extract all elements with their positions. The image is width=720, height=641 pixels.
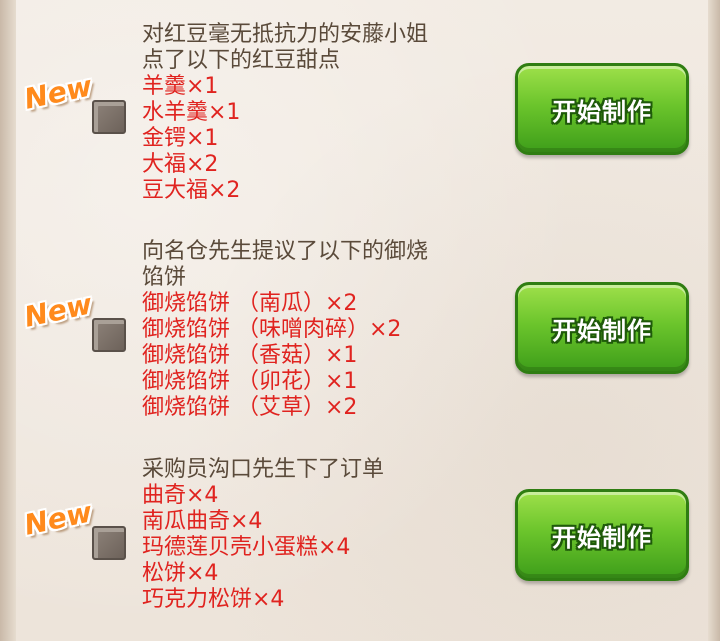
order-item: 御烧馅饼 （卯花）×1 [142,369,358,394]
order-document-icon [92,318,126,352]
order-item: 松饼×4 [142,561,219,586]
new-badge-label: New [21,495,95,542]
order-item: 曲奇×4 [142,483,219,508]
order-title-line: 馅饼 [142,265,187,290]
order-item: 金锷×1 [142,126,219,151]
order-item: 水羊羹×1 [142,100,241,125]
order-title-line: 对红豆毫无抵抗力的安藤小姐 [142,22,429,47]
start-making-label: 开始制作 [552,316,652,345]
order-item: 南瓜曲奇×4 [142,509,263,534]
new-badge-label: New [21,287,95,334]
order-title-line: 采购员沟口先生下了订单 [142,457,385,482]
start-making-label: 开始制作 [552,97,652,126]
panel-left-edge [0,0,16,641]
order-details: 向名仓先生提议了以下的御烧 馅饼 御烧馅饼 （南瓜）×2 御烧馅饼 （味噌肉碎）… [142,239,502,421]
new-badge: New [21,69,126,136]
order-item: 大福×2 [142,152,219,177]
start-making-button[interactable]: 开始制作 [515,63,689,155]
order-item: 羊羹×1 [142,74,219,99]
order-item: 御烧馅饼 （艾草）×2 [142,395,358,420]
order-document-icon [92,100,126,134]
order-item: 巧克力松饼×4 [142,587,285,612]
order-item: 豆大福×2 [142,178,241,203]
order-document-icon [92,526,126,560]
order-title-line: 点了以下的红豆甜点 [142,48,341,73]
order-list-panel: New 对红豆毫无抵抗力的安藤小姐 点了以下的红豆甜点 羊羹×1 水羊羹×1 金… [0,0,720,641]
start-making-label: 开始制作 [552,523,652,552]
order-details: 对红豆毫无抵抗力的安藤小姐 点了以下的红豆甜点 羊羹×1 水羊羹×1 金锷×1 … [142,22,502,204]
order-title-line: 向名仓先生提议了以下的御烧 [142,239,429,264]
order-item: 御烧馅饼 （南瓜）×2 [142,291,358,316]
panel-right-edge [708,0,720,641]
new-badge: New [21,287,126,354]
start-making-button[interactable]: 开始制作 [515,282,689,374]
new-badge-label: New [21,69,95,116]
order-item: 玛德莲贝壳小蛋糕×4 [142,535,351,560]
order-details: 采购员沟口先生下了订单 曲奇×4 南瓜曲奇×4 玛德莲贝壳小蛋糕×4 松饼×4 … [142,457,502,613]
start-making-button[interactable]: 开始制作 [515,489,689,581]
order-item: 御烧馅饼 （香菇）×1 [142,343,358,368]
order-item: 御烧馅饼 （味噌肉碎）×2 [142,317,402,342]
new-badge: New [21,495,126,562]
